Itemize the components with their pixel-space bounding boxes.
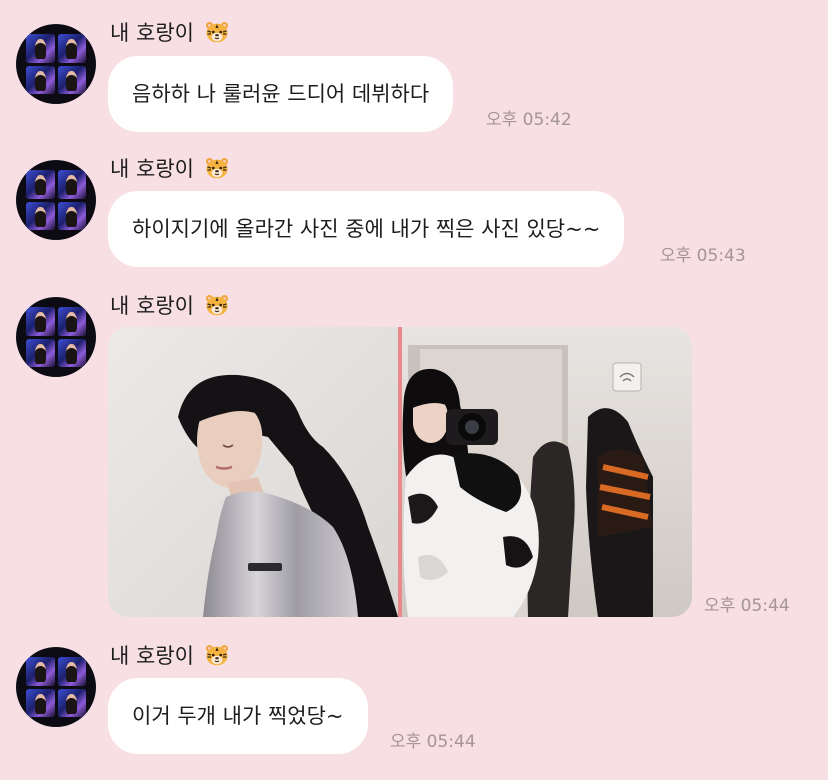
avatar[interactable] bbox=[16, 297, 96, 377]
sender-name-row: 내 호랑이 bbox=[110, 293, 229, 319]
message-time: 오후 05:42 bbox=[486, 110, 572, 130]
tiger-face-emoji-icon bbox=[205, 294, 229, 316]
message-text: 하이지기에 올라간 사진 중에 내가 찍은 사진 있당~~ bbox=[132, 217, 601, 241]
sender-name-row: 내 호랑이 bbox=[110, 20, 229, 46]
avatar-photo bbox=[26, 34, 86, 94]
tiger-face-emoji-icon bbox=[205, 644, 229, 666]
tiger-face-emoji-icon bbox=[205, 21, 229, 43]
sender-name-row: 내 호랑이 bbox=[110, 156, 229, 182]
avatar[interactable] bbox=[16, 647, 96, 727]
avatar[interactable] bbox=[16, 24, 96, 104]
avatar[interactable] bbox=[16, 160, 96, 240]
photo-grid bbox=[108, 327, 692, 617]
photo-message[interactable] bbox=[108, 327, 692, 617]
avatar-photo bbox=[26, 657, 86, 717]
message-text: 음하하 나 룰러윤 드디어 데뷔하다 bbox=[132, 82, 430, 106]
sender-name: 내 호랑이 bbox=[110, 644, 194, 668]
message-time: 오후 05:44 bbox=[704, 596, 790, 616]
photo-1[interactable] bbox=[108, 327, 398, 617]
sender-name: 내 호랑이 bbox=[110, 294, 194, 318]
message-text: 이거 두개 내가 찍었당~ bbox=[132, 704, 344, 728]
sender-name: 내 호랑이 bbox=[110, 157, 194, 181]
message-time: 오후 05:43 bbox=[660, 246, 746, 266]
photo-2[interactable] bbox=[402, 327, 692, 617]
message-bubble[interactable]: 이거 두개 내가 찍었당~ bbox=[108, 678, 368, 754]
sender-name: 내 호랑이 bbox=[110, 21, 194, 45]
tiger-face-emoji-icon bbox=[205, 157, 229, 179]
avatar-photo bbox=[26, 170, 86, 230]
avatar-photo bbox=[26, 307, 86, 367]
sender-name-row: 내 호랑이 bbox=[110, 643, 229, 669]
message-bubble[interactable]: 음하하 나 룰러윤 드디어 데뷔하다 bbox=[108, 56, 454, 132]
message-bubble[interactable]: 하이지기에 올라간 사진 중에 내가 찍은 사진 있당~~ bbox=[108, 191, 625, 267]
message-time: 오후 05:44 bbox=[390, 732, 476, 752]
